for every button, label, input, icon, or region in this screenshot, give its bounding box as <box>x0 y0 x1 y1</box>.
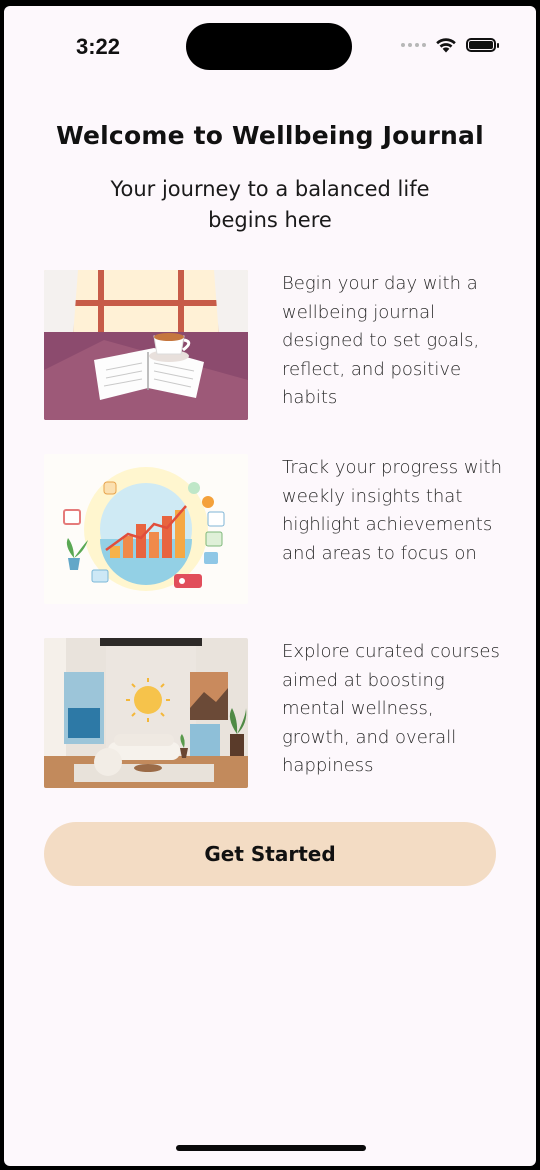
status-icons <box>401 37 499 53</box>
feature-journal-text: Begin your day with a wellbeing journal … <box>282 273 480 409</box>
wellness-room-illustration <box>44 638 248 788</box>
feature-progress-text: Track your progress with weekly insights… <box>282 457 503 564</box>
status-bar: 3:22 <box>4 6 536 86</box>
feature-journal: Begin your day with a wellbeing journal … <box>44 270 504 420</box>
dynamic-island <box>186 23 352 70</box>
feature-progress: Track your progress with weekly insights… <box>44 454 504 604</box>
journal-coffee-illustration <box>44 270 248 420</box>
wifi-icon <box>436 38 456 53</box>
home-indicator[interactable] <box>176 1145 366 1151</box>
feature-courses: Explore curated courses aimed at boostin… <box>44 638 504 788</box>
get-started-button[interactable]: Get Started <box>44 822 496 886</box>
page-title: Welcome to Wellbeing Journal <box>56 121 484 150</box>
status-time: 3:22 <box>76 34 121 59</box>
page-subtitle: Your journey to a balanced life begins h… <box>110 177 430 232</box>
app-screen: 3:22 Welcome to Wellbeing Journal Your j… <box>4 6 536 1166</box>
feature-courses-text: Explore curated courses aimed at boostin… <box>282 641 500 777</box>
signal-icon <box>401 43 426 47</box>
battery-icon <box>466 38 499 52</box>
progress-chart-illustration <box>44 454 248 604</box>
